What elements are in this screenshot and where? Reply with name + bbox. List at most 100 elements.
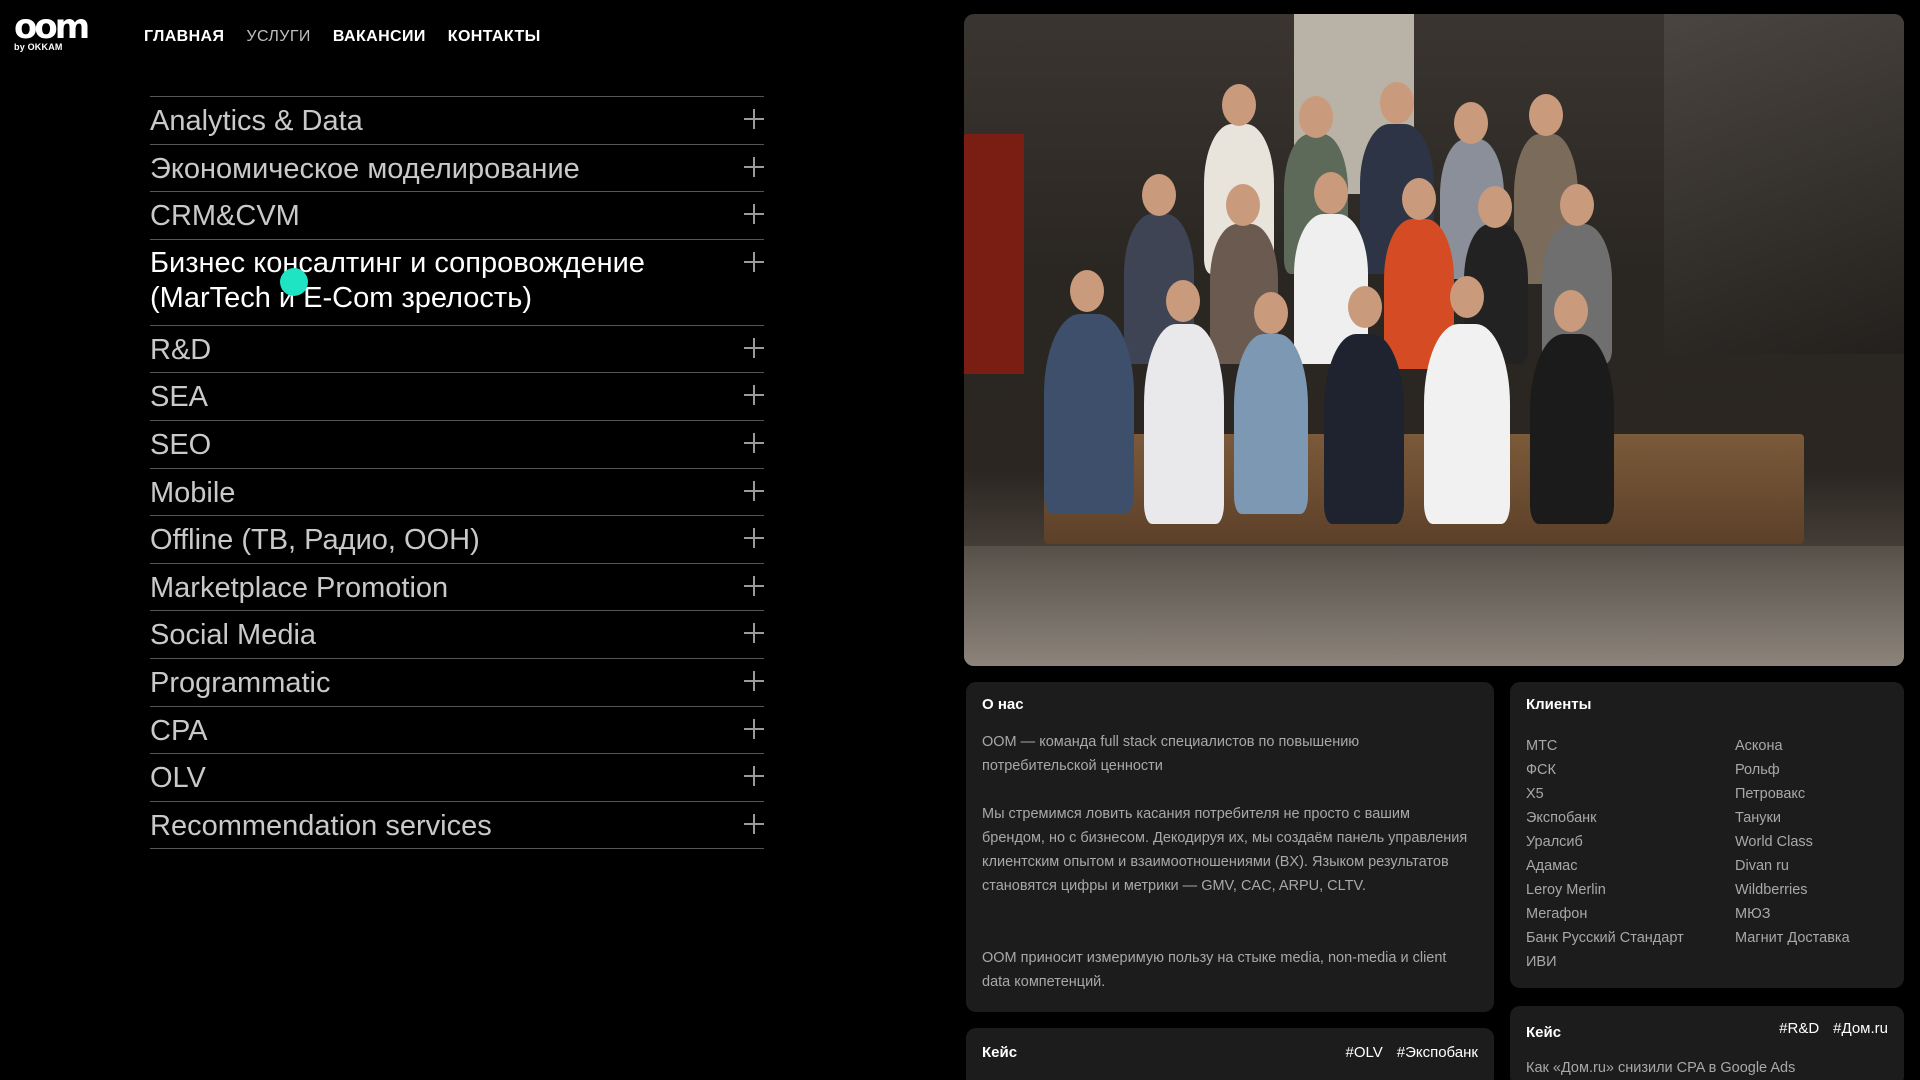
service-item[interactable]: Marketplace Promotion: [150, 564, 764, 612]
team-photo: [964, 14, 1904, 666]
service-item[interactable]: CRM&CVM: [150, 192, 764, 240]
service-item[interactable]: R&D: [150, 326, 764, 374]
service-label: Бизнес консалтинг и сопровождение (MarTe…: [150, 246, 645, 314]
service-label: Recommendation services: [150, 809, 492, 842]
case-tag[interactable]: #Дом.ru: [1833, 1020, 1888, 1037]
clients-title: Клиенты: [1526, 696, 1592, 713]
service-label: OLV: [150, 762, 206, 795]
service-item-active[interactable]: Бизнес консалтинг и сопровождение (MarTe…: [150, 240, 764, 326]
photo-person: [1324, 334, 1404, 524]
photo-person-head: [1166, 280, 1200, 322]
client-name: МЮЗ: [1735, 906, 1771, 922]
service-label: Offline (ТВ, Радио, ООН): [150, 524, 480, 557]
client-name: Wildberries: [1735, 882, 1808, 898]
client-name: МТС: [1526, 738, 1558, 754]
client-name: Х5: [1526, 786, 1544, 802]
photo-person: [1044, 314, 1134, 514]
photo-person-head: [1299, 96, 1333, 138]
photo-person-head: [1222, 84, 1256, 126]
nav-contacts[interactable]: КОНТАКТЫ: [448, 28, 541, 46]
service-item[interactable]: Экономическое моделирование: [150, 145, 764, 193]
client-name: ФСК: [1526, 762, 1556, 778]
service-label: Social Media: [150, 619, 317, 652]
service-item[interactable]: OLV: [150, 754, 764, 802]
photo-person-head: [1529, 94, 1563, 136]
plus-icon[interactable]: [744, 528, 764, 549]
nav-home[interactable]: ГЛАВНАЯ: [144, 28, 224, 46]
service-item[interactable]: Mobile: [150, 469, 764, 517]
logo-mark: oom: [14, 7, 90, 47]
case-tags: #R&D #Дом.ru: [1779, 1020, 1888, 1037]
photo-person-head: [1478, 186, 1512, 228]
service-label: SEO: [150, 428, 212, 461]
service-label: CPA: [150, 714, 208, 747]
service-item[interactable]: Programmatic: [150, 659, 764, 707]
plus-icon[interactable]: [744, 337, 764, 358]
photo-person-head: [1560, 184, 1594, 226]
client-name: Рольф: [1735, 762, 1780, 778]
service-item[interactable]: SEA: [150, 373, 764, 421]
plus-icon[interactable]: [744, 385, 764, 406]
case-card[interactable]: Кейс #OLV #Экспобанк: [966, 1028, 1494, 1080]
photo-person: [1144, 324, 1224, 524]
plus-icon[interactable]: [744, 575, 764, 596]
plus-icon[interactable]: [744, 480, 764, 501]
client-name: Магнит Доставка: [1735, 930, 1850, 946]
service-item[interactable]: Social Media: [150, 611, 764, 659]
photo-person-head: [1454, 102, 1488, 144]
plus-icon[interactable]: [744, 718, 764, 739]
clients-column-2: Аскона Рольф Петровакс Тануки World Clas…: [1735, 734, 1850, 950]
case-description: Как «Дом.ru» снизили CPA в Google Ads: [1526, 1060, 1796, 1076]
service-label: SEA: [150, 381, 209, 414]
case-tag[interactable]: #OLV: [1345, 1044, 1382, 1061]
plus-icon[interactable]: [744, 251, 764, 272]
logo[interactable]: oom by OKKAM: [14, 10, 106, 56]
cursor-indicator: [280, 268, 308, 296]
plus-icon[interactable]: [744, 623, 764, 644]
nav-vacancies[interactable]: ВАКАНСИИ: [333, 28, 426, 46]
case-tag[interactable]: #R&D: [1779, 1020, 1819, 1037]
photo-floor: [964, 546, 1904, 666]
case-tag[interactable]: #Экспобанк: [1397, 1044, 1478, 1061]
photo-person: [1234, 334, 1308, 514]
page: oom by OKKAM ГЛАВНАЯ УСЛУГИ ВАКАНСИИ КОН…: [0, 0, 1920, 1080]
case-title: Кейс: [982, 1044, 1018, 1061]
photo-person: [1424, 324, 1510, 524]
service-item[interactable]: CPA: [150, 707, 764, 755]
plus-icon[interactable]: [744, 766, 764, 787]
main-nav: ГЛАВНАЯ УСЛУГИ ВАКАНСИИ КОНТАКТЫ: [144, 28, 541, 46]
clients-column-1: МТС ФСК Х5 Экспобанк Уралсиб Адамас Lero…: [1526, 734, 1684, 974]
service-label: Экономическое моделирование: [150, 152, 580, 185]
photo-person-head: [1142, 174, 1176, 216]
photo-right-wall: [1664, 14, 1904, 354]
service-item[interactable]: Analytics & Data: [150, 97, 764, 145]
client-name: Адамас: [1526, 858, 1578, 874]
nav-services[interactable]: УСЛУГИ: [246, 28, 310, 46]
logo-subtitle: by OKKAM: [14, 42, 63, 52]
service-item[interactable]: SEO: [150, 421, 764, 469]
photo-red-wall: [964, 134, 1024, 374]
plus-icon[interactable]: [744, 670, 764, 691]
case-title: Кейс: [1526, 1024, 1562, 1041]
case-card[interactable]: Кейс #R&D #Дом.ru Как «Дом.ru» снизили C…: [1510, 1006, 1904, 1080]
photo-person-head: [1226, 184, 1260, 226]
plus-icon[interactable]: [744, 109, 764, 129]
photo-person-head: [1402, 178, 1436, 220]
photo-person-head: [1254, 292, 1288, 334]
photo-person-head: [1450, 276, 1484, 318]
photo-person-head: [1554, 290, 1588, 332]
client-name: Банк Русский Стандарт: [1526, 930, 1684, 946]
about-paragraph-2: Мы стремимся ловить касания потребителя …: [982, 806, 1468, 894]
about-card: О нас ООМ — команда full stack специалис…: [966, 682, 1494, 1012]
client-name: World Class: [1735, 834, 1813, 850]
service-label: CRM&CVM: [150, 200, 300, 233]
about-paragraph-3: ООМ приносит измеримую пользу на стыке m…: [982, 950, 1447, 990]
plus-icon[interactable]: [744, 432, 764, 453]
photo-person-head: [1070, 270, 1104, 312]
plus-icon[interactable]: [744, 204, 764, 225]
plus-icon[interactable]: [744, 813, 764, 834]
case-tags: #OLV #Экспобанк: [1345, 1044, 1478, 1061]
service-item[interactable]: Offline (ТВ, Радио, ООН): [150, 516, 764, 564]
plus-icon[interactable]: [744, 156, 764, 177]
service-item[interactable]: Recommendation services: [150, 802, 764, 850]
